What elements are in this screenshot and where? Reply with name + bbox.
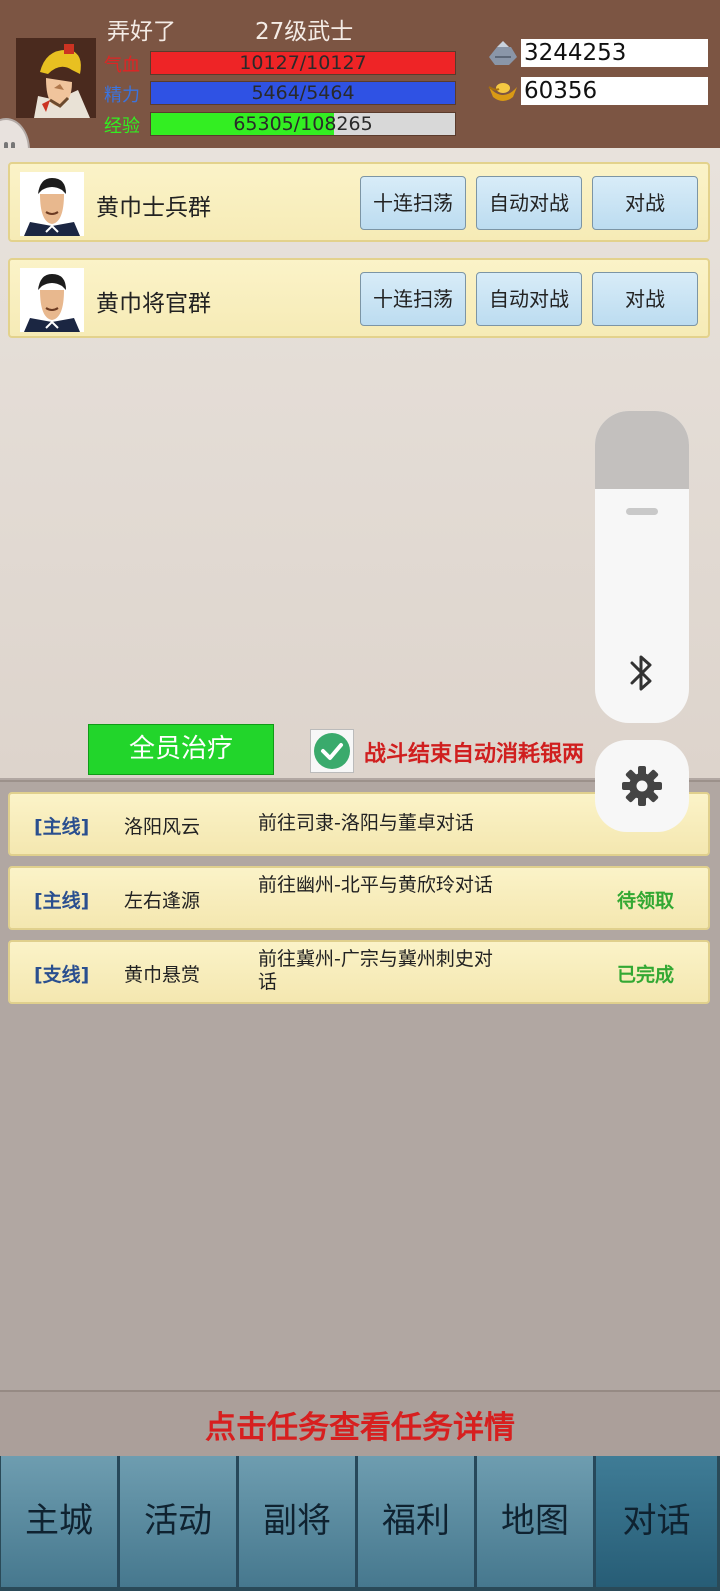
player-header: 弄好了 27级武士 气血 10127/10127 精力 5464/5464 经验…	[0, 0, 720, 148]
exp-bar: 65305/108265	[150, 112, 456, 136]
quest-type: [支线]	[34, 964, 90, 986]
volume-slider[interactable]	[595, 411, 689, 723]
exp-label: 经验	[104, 116, 140, 137]
quest-description: 前往司隶-洛阳与董卓对话	[258, 812, 474, 834]
mp-text: 5464/5464	[251, 82, 355, 104]
auto-battle-button[interactable]: 自动对战	[476, 176, 582, 230]
exp-text: 65305/108265	[233, 113, 373, 135]
enemy-row: 黄巾士兵群 十连扫荡 自动对战 对战	[8, 162, 710, 242]
quest-type: [主线]	[34, 890, 90, 912]
quest-row[interactable]: [主线] 左右逢源 前往幽州-北平与黄欣玲对话 待领取	[8, 866, 710, 930]
nav-tab-welfare[interactable]: 福利	[358, 1456, 477, 1587]
auto-consume-label: 战斗结束自动消耗银两	[364, 742, 585, 767]
mp-bar: 5464/5464	[150, 81, 456, 105]
nav-tab-main-city[interactable]: 主城	[1, 1456, 120, 1587]
enemy-avatar	[20, 268, 84, 332]
hp-text: 10127/10127	[239, 52, 367, 74]
nav-tab-events[interactable]: 活动	[120, 1456, 239, 1587]
sweep-ten-button[interactable]: 十连扫荡	[360, 272, 466, 326]
gear-icon	[620, 764, 664, 808]
silver-amount: 3244253	[521, 39, 708, 67]
gold-amount: 60356	[521, 77, 708, 105]
enemy-avatar	[20, 172, 84, 236]
enemy-name: 黄巾士兵群	[96, 195, 211, 221]
quest-row[interactable]: [支线] 黄巾悬赏 前往冀州-广宗与冀州刺史对话 已完成	[8, 940, 710, 1004]
player-name: 弄好了	[107, 19, 176, 45]
quest-description: 前往幽州-北平与黄欣玲对话	[258, 874, 493, 896]
heal-all-button[interactable]: 全员治疗	[88, 724, 274, 775]
gold-ingot-icon	[487, 77, 519, 105]
silver-ingot-icon	[487, 39, 519, 67]
auto-consume-checkbox[interactable]	[310, 729, 354, 773]
mp-label: 精力	[104, 85, 140, 106]
quest-type: [主线]	[34, 816, 90, 838]
enemy-row: 黄巾将官群 十连扫荡 自动对战 对战	[8, 258, 710, 338]
auto-battle-button[interactable]: 自动对战	[476, 272, 582, 326]
volume-handle[interactable]	[626, 508, 658, 515]
hp-bar: 10127/10127	[150, 51, 456, 75]
volume-settings-button[interactable]	[595, 740, 689, 832]
checkmark-icon	[314, 733, 350, 769]
quest-status: 待领取	[617, 890, 675, 912]
volume-track-empty	[595, 411, 689, 489]
player-level: 27级武士	[255, 19, 354, 45]
quest-name: 洛阳风云	[124, 816, 201, 838]
hp-label: 气血	[104, 55, 140, 76]
hint-bar: 点击任务查看任务详情	[0, 1390, 720, 1456]
sweep-ten-button[interactable]: 十连扫荡	[360, 176, 466, 230]
quest-name: 黄巾悬赏	[124, 964, 201, 986]
nav-tab-dialogue[interactable]: 对话	[596, 1456, 717, 1587]
bluetooth-icon[interactable]	[624, 651, 660, 695]
battle-button[interactable]: 对战	[592, 176, 698, 230]
nav-tab-generals[interactable]: 副将	[239, 1456, 358, 1587]
quest-description: 前往冀州-广宗与冀州刺史对话	[258, 948, 493, 993]
quest-name: 左右逢源	[124, 890, 201, 912]
hint-text: 点击任务查看任务详情	[205, 1410, 515, 1446]
bottom-nav: 主城 活动 副将 福利 地图 对话	[0, 1456, 720, 1591]
battle-button[interactable]: 对战	[592, 272, 698, 326]
enemy-name: 黄巾将官群	[96, 291, 211, 317]
quest-status: 已完成	[617, 964, 675, 986]
nav-tab-map[interactable]: 地图	[477, 1456, 596, 1587]
player-portrait[interactable]	[16, 38, 96, 118]
